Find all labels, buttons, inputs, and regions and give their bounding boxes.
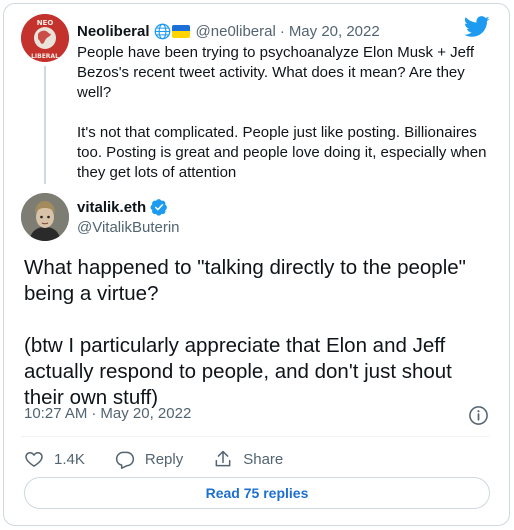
ukraine-flag-icon	[171, 24, 190, 38]
separator-dot: ·	[279, 22, 285, 40]
verified-badge-icon	[150, 199, 168, 216]
share-icon	[215, 450, 231, 467]
paragraph: It's not that complicated. People just l…	[77, 124, 487, 181]
info-icon[interactable]	[468, 405, 489, 426]
main-tweet-header: vitalik.eth	[77, 198, 168, 216]
quoted-tweet-text: People have been trying to psychoanalyze…	[77, 43, 497, 183]
author-handle[interactable]: @VitalikButerin	[77, 219, 180, 236]
heart-icon	[25, 452, 43, 467]
neoliberal-logo: NEO LIBERAL	[21, 14, 69, 62]
globe-icon	[154, 23, 170, 39]
like-count: 1.4K	[54, 450, 85, 468]
action-bar: 1.4K Reply Share	[24, 448, 313, 470]
like-button[interactable]: 1.4K	[24, 449, 85, 469]
tweet-date[interactable]: May 20, 2022	[289, 23, 380, 40]
paragraph: (btw I particularly appreciate that Elon…	[24, 334, 452, 409]
profile-photo	[21, 193, 69, 241]
separator-dot: ·	[91, 405, 97, 422]
tweet-timestamp[interactable]: 10:27 AM · May 20, 2022	[24, 405, 191, 422]
vitalik-avatar[interactable]	[21, 193, 69, 241]
main-tweet-text: What happened to "talking directly to th…	[24, 255, 494, 411]
neoliberal-avatar[interactable]: NEO LIBERAL	[21, 14, 69, 62]
paragraph: People have been trying to psychoanalyze…	[77, 44, 475, 101]
reply-button[interactable]: Reply	[115, 449, 183, 469]
tweet-time[interactable]: 10:27 AM	[24, 405, 87, 422]
thread-connector	[44, 66, 46, 184]
share-label: Share	[243, 450, 284, 468]
divider	[21, 436, 489, 437]
tweet-date[interactable]: May 20, 2022	[100, 405, 191, 422]
twitter-bird-icon[interactable]	[464, 16, 490, 38]
read-replies-button[interactable]: Read 75 replies	[24, 477, 490, 509]
svg-text:LIBERAL: LIBERAL	[31, 53, 59, 60]
quoted-tweet-header: Neoliberal @ne0liberal · May 20, 2022	[77, 20, 380, 42]
reply-icon	[115, 451, 134, 469]
svg-text:NEO: NEO	[37, 19, 54, 27]
author-name[interactable]: vitalik.eth	[77, 199, 146, 216]
paragraph: What happened to "talking directly to th…	[24, 256, 466, 305]
reply-label: Reply	[144, 450, 184, 468]
author-name[interactable]: Neoliberal	[77, 23, 150, 40]
share-button[interactable]: Share	[213, 449, 283, 469]
author-handle[interactable]: @ne0liberal	[196, 23, 276, 40]
